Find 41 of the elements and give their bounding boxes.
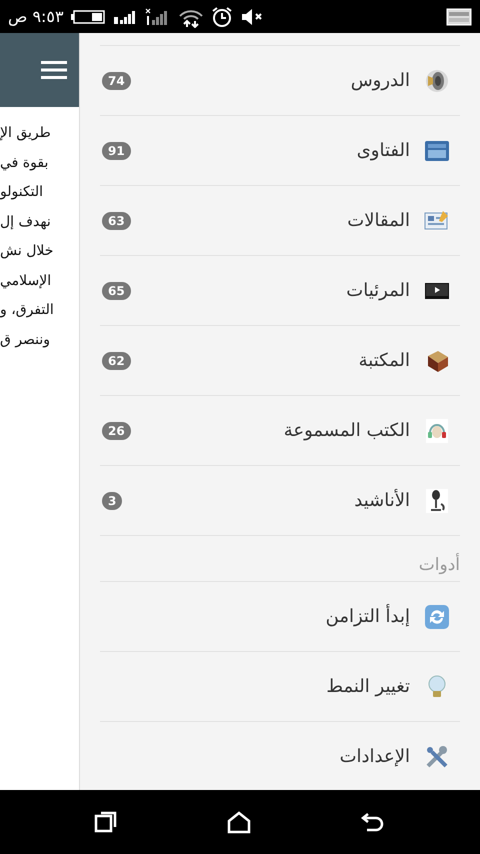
mic-icon [424,488,450,514]
paragraph-line: خلال نش [0,242,54,261]
image-notification-icon [446,6,472,26]
battery-icon [70,8,107,24]
drawer-item-label: الدروس [350,70,410,91]
home-icon[interactable] [226,810,252,834]
tools-icon [424,744,450,770]
drawer-item-label: الكتب المسموعة [284,420,410,441]
count-badge: 65 [102,282,131,300]
back-icon[interactable] [360,810,386,834]
drawer-item-label: المرئيات [346,280,410,301]
menu-icon[interactable] [41,60,67,80]
count-badge: 91 [102,142,131,160]
recent-apps-icon[interactable] [94,810,118,834]
count-badge: 26 [102,422,131,440]
drawer-item-label: إبدأ التزامن [326,606,410,627]
drawer-item-label: الإعدادات [340,746,410,767]
drawer-item-label: الأناشيد [354,490,410,511]
drawer-item-label: تغيير النمط [326,676,410,697]
count-badge: 62 [102,352,131,370]
speaker-icon [424,68,450,94]
signal-icon [114,8,138,24]
section-header: أدوات [100,536,460,582]
count-badge: 3 [102,492,122,510]
count-badge: 74 [102,72,131,90]
paragraph-line: طريق الإ [0,124,51,143]
drawer-item-label: الفتاوى [356,140,410,161]
paragraph-line: وننصر ق [0,330,50,350]
paragraph-line: بقوة في [0,154,48,172]
drawer-item-label: المكتبة [358,350,410,371]
drawer-item[interactable]: إبدأ التزامن [100,582,460,652]
paragraph-line: الإسلامي [0,272,52,290]
count-badge: 63 [102,212,131,230]
drawer-item[interactable]: تغيير النمط [100,652,460,722]
drawer-item[interactable]: الإعدادات [100,722,460,791]
sync-icon [424,604,450,630]
alarm-icon [210,6,233,28]
drawer-item-label: المقالات [347,210,410,231]
paragraph-line: نهدف إل [0,212,51,232]
headphones-icon [424,418,450,444]
clock-time: ٩:٥٣ ص [8,7,64,26]
